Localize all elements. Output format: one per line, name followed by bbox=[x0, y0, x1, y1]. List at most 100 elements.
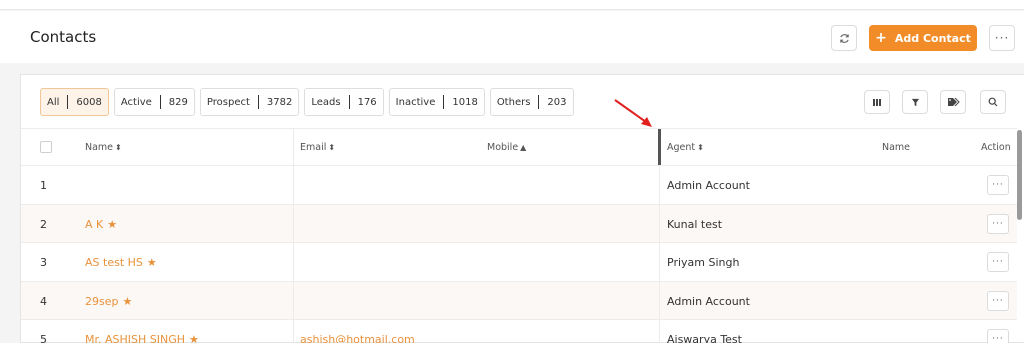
table-scrollbar[interactable] bbox=[1017, 130, 1022, 220]
sort-icon: ⬍ bbox=[328, 143, 336, 152]
row-action-button[interactable]: ··· bbox=[987, 290, 1009, 311]
more-options-button[interactable]: ··· bbox=[989, 25, 1015, 51]
add-contact-button[interactable]: + Add Contact bbox=[869, 25, 977, 51]
top-bar bbox=[0, 0, 1024, 10]
table-row[interactable]: 1 Admin Account ··· bbox=[21, 166, 1017, 205]
cell-divider bbox=[293, 281, 294, 319]
filter-button[interactable] bbox=[902, 90, 928, 114]
cell-divider bbox=[659, 204, 660, 242]
plus-icon: + bbox=[875, 30, 887, 46]
tag-button[interactable] bbox=[940, 90, 966, 114]
page-title: Contacts bbox=[30, 28, 97, 46]
tag-icon bbox=[947, 97, 960, 107]
contacts-table: Name ⬍ Email ⬍ Mobile ▲ Agent ⬍ Name Action … bbox=[21, 128, 1017, 343]
more-icon: ··· bbox=[992, 218, 1004, 229]
row-id: 3 bbox=[40, 256, 47, 269]
contact-name: Mr. ASHISH SINGH bbox=[85, 333, 186, 343]
more-icon: ··· bbox=[994, 31, 1010, 45]
column-agent[interactable]: Agent ⬍ bbox=[667, 142, 704, 153]
cell-divider bbox=[659, 281, 660, 319]
agent-name: Priyam Singh bbox=[667, 256, 740, 269]
row-id: 4 bbox=[40, 294, 47, 308]
cell-divider bbox=[293, 166, 294, 204]
column-email[interactable]: Email ⬍ bbox=[300, 142, 335, 153]
filter-count: 6008 bbox=[76, 96, 102, 108]
star-icon: ★ bbox=[189, 333, 199, 343]
contact-name: AS test HS bbox=[85, 256, 143, 269]
contact-name: A K bbox=[85, 217, 104, 231]
row-action-button[interactable]: ··· bbox=[987, 213, 1009, 234]
row-action-button[interactable]: ··· bbox=[987, 175, 1009, 195]
refresh-button[interactable] bbox=[831, 25, 857, 51]
contact-name-link[interactable]: A K ★ bbox=[85, 218, 117, 231]
filter-tabs: All 6008 Active 829 Prospect 3782 Leads 176 … bbox=[40, 88, 574, 116]
row-id: 5 bbox=[40, 333, 47, 343]
star-icon: ★ bbox=[146, 256, 157, 269]
more-icon: ··· bbox=[992, 334, 1004, 343]
column-label: Name bbox=[882, 142, 911, 153]
contacts-card: All 6008 Active 829 Prospect 3782 Leads 176 … bbox=[20, 74, 1024, 343]
column-divider bbox=[293, 129, 294, 167]
column-mobile[interactable]: Mobile ▲ bbox=[487, 142, 526, 153]
star-icon: ★ bbox=[122, 294, 133, 308]
page-header: Contacts + Add Contact ··· bbox=[0, 11, 1024, 63]
filter-others[interactable]: Others 203 bbox=[489, 88, 574, 116]
column-action: Action bbox=[981, 142, 1011, 153]
agent-name: Admin Account bbox=[667, 179, 750, 192]
filter-label: Others bbox=[496, 96, 531, 108]
contact-name: 29sep bbox=[85, 294, 119, 308]
filter-count: 1018 bbox=[452, 96, 478, 108]
add-contact-label: Add Contact bbox=[894, 31, 971, 45]
sort-icon: ⬍ bbox=[697, 143, 704, 152]
column-label: Email bbox=[300, 142, 327, 153]
sort-icon: ⬍ bbox=[115, 143, 122, 152]
cell-divider bbox=[659, 320, 660, 343]
cell-divider bbox=[293, 243, 294, 281]
row-action-button[interactable]: ··· bbox=[987, 252, 1009, 272]
column-label: Name bbox=[85, 142, 114, 153]
row-action-button[interactable]: ··· bbox=[987, 329, 1009, 343]
column-agent-name[interactable]: Name bbox=[882, 142, 910, 153]
more-icon: ··· bbox=[992, 180, 1004, 190]
filter-label: Active bbox=[120, 96, 152, 108]
table-row[interactable]: 5 Mr. ASHISH SINGH ★ ashish@hotmail.com A… bbox=[21, 320, 1017, 343]
filter-label: Inactive bbox=[395, 96, 436, 108]
contact-email-link[interactable]: ashish@hotmail.com bbox=[300, 333, 415, 343]
cell-divider bbox=[659, 166, 660, 204]
column-label: Action bbox=[981, 142, 1011, 153]
sort-up-icon: ▲ bbox=[520, 143, 527, 152]
filter-active[interactable]: Active 829 bbox=[113, 88, 195, 116]
contact-name-link[interactable]: AS test HS ★ bbox=[85, 256, 157, 269]
filter-count: 203 bbox=[547, 96, 567, 108]
column-name[interactable]: Name ⬍ bbox=[85, 142, 122, 153]
columns-icon bbox=[873, 98, 881, 106]
filter-label: All bbox=[47, 96, 60, 108]
table-row[interactable]: 3 AS test HS ★ Priyam Singh ··· bbox=[21, 243, 1017, 282]
agent-name: Admin Account bbox=[667, 294, 750, 308]
more-icon: ··· bbox=[992, 295, 1004, 306]
search-icon bbox=[988, 97, 998, 107]
filter-count: 176 bbox=[357, 96, 377, 108]
search-button[interactable] bbox=[980, 90, 1006, 114]
column-label: Agent bbox=[667, 142, 696, 153]
filter-count: 3782 bbox=[266, 96, 293, 108]
star-icon: ★ bbox=[107, 217, 118, 231]
column-resize-handle[interactable] bbox=[658, 129, 661, 165]
contact-name-link[interactable]: 29sep ★ bbox=[85, 295, 132, 308]
filter-icon bbox=[911, 98, 919, 106]
filter-prospect[interactable]: Prospect 3782 bbox=[199, 88, 300, 116]
annotation-arrow-icon bbox=[614, 99, 652, 127]
refresh-icon bbox=[839, 33, 849, 43]
filter-all[interactable]: All 6008 bbox=[40, 88, 109, 116]
more-icon: ··· bbox=[992, 257, 1004, 267]
columns-button[interactable] bbox=[864, 90, 890, 114]
contact-name-link[interactable]: Mr. ASHISH SINGH ★ bbox=[85, 333, 199, 343]
filter-count: 829 bbox=[168, 96, 188, 108]
row-id: 1 bbox=[40, 179, 47, 192]
table-row[interactable]: 2 A K ★ Kunal test ··· bbox=[21, 204, 1017, 243]
table-header: Name ⬍ Email ⬍ Mobile ▲ Agent ⬍ Name Action bbox=[21, 128, 1017, 167]
select-all-checkbox[interactable] bbox=[40, 141, 52, 153]
filter-leads[interactable]: Leads 176 bbox=[304, 88, 384, 116]
table-row[interactable]: 4 29sep ★ Admin Account ··· bbox=[21, 281, 1017, 320]
filter-inactive[interactable]: Inactive 1018 bbox=[388, 88, 485, 116]
